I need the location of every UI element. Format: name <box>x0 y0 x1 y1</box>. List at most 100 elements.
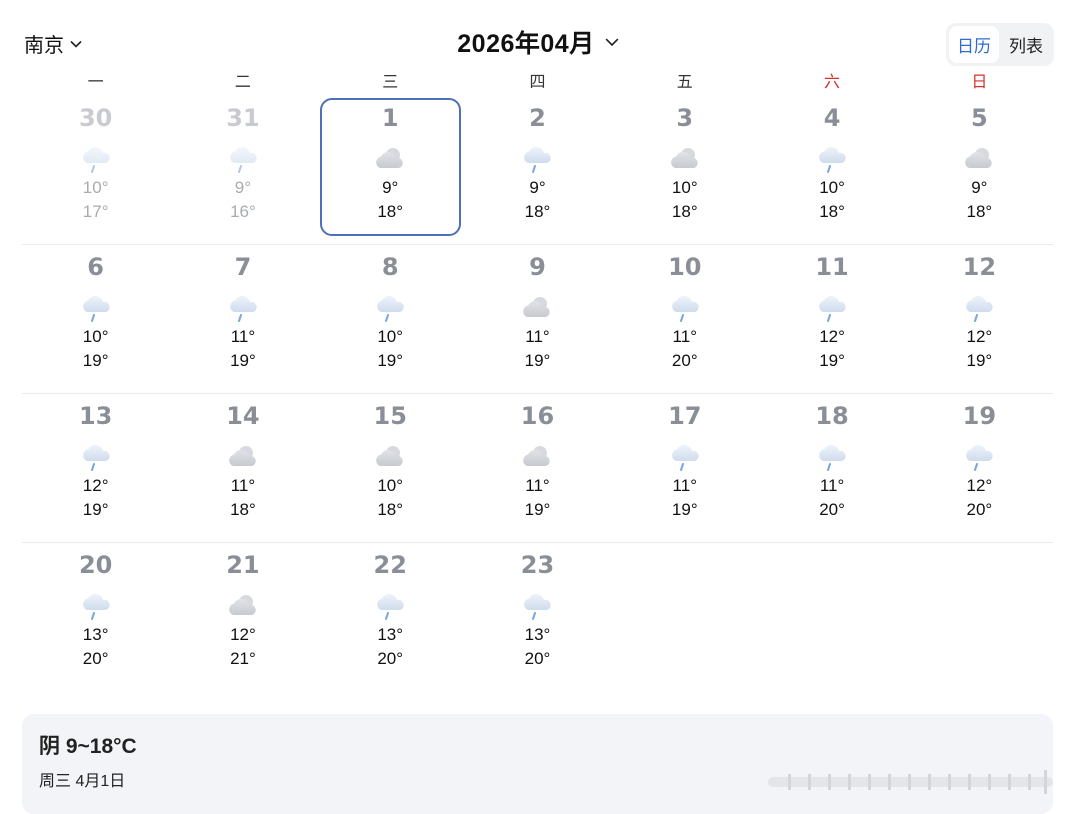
calendar-grid: 30 10° 17° 31 9° 16° 1 9° 18° 2 9° 18° 3 10° 18° 4 10° 18… <box>22 96 1053 691</box>
day-number: 23 <box>520 551 555 579</box>
day-number: 30 <box>78 104 113 132</box>
rain-cloud-icon <box>79 144 113 174</box>
view-calendar-tab[interactable]: 日历 <box>949 26 999 63</box>
day-cell[interactable]: 8 10° 19° <box>317 245 464 393</box>
rain-cloud-icon <box>962 442 996 472</box>
low-temp: 9° <box>234 178 252 197</box>
high-temp: 20° <box>671 351 698 370</box>
view-list-tab[interactable]: 列表 <box>1001 26 1051 63</box>
day-cell[interactable]: 9 11° 19° <box>464 245 611 393</box>
day-cell[interactable]: 7 11° 19° <box>169 245 316 393</box>
day-cell[interactable]: 12 12° 19° <box>906 245 1053 393</box>
day-number: 8 <box>381 253 399 281</box>
low-temp: 12° <box>82 476 109 495</box>
overcast-cloud-icon <box>520 293 554 323</box>
day-cell[interactable]: 23 13° 20° <box>464 543 611 691</box>
overcast-cloud-icon <box>226 591 260 621</box>
high-temp: 18° <box>230 500 256 519</box>
month-title: 2026年04月 <box>457 30 595 58</box>
day-number: 12 <box>962 253 997 281</box>
day-cell[interactable]: 2 9° 18° <box>464 96 611 244</box>
overcast-cloud-icon <box>226 442 260 472</box>
high-temp: 18° <box>966 202 993 221</box>
day-number: 4 <box>823 104 841 132</box>
low-temp: 13° <box>377 625 404 644</box>
day-cell[interactable]: 15 10° 18° <box>317 394 464 542</box>
day-number: 17 <box>668 402 702 430</box>
rain-cloud-icon <box>815 293 849 323</box>
day-cell[interactable]: 17 11° 19° <box>611 394 758 542</box>
high-temp: 16° <box>230 202 256 221</box>
day-number: 9 <box>529 253 546 281</box>
day-cell[interactable]: 13 12° 19° <box>22 394 169 542</box>
low-temp: 13° <box>524 625 551 644</box>
day-number: 2 <box>529 104 546 132</box>
weather-summary: 阴 9~18°C <box>37 730 141 760</box>
low-temp: 10° <box>82 178 109 197</box>
low-temp: 11° <box>230 476 256 495</box>
day-cell[interactable]: 6 10° 19° <box>22 245 169 393</box>
low-temp: 10° <box>82 327 109 346</box>
rain-cloud-icon <box>668 293 702 323</box>
day-cell[interactable]: 22 13° 20° <box>317 543 464 691</box>
rain-cloud-icon <box>226 293 260 323</box>
weekday-label: 四 <box>529 74 546 91</box>
high-temp: 20° <box>82 649 109 668</box>
low-temp: 12° <box>966 476 993 495</box>
high-temp: 19° <box>966 351 993 370</box>
low-temp: 11° <box>672 327 697 346</box>
low-temp: 12° <box>966 327 993 346</box>
day-cell[interactable]: 3 10° 18° <box>611 96 758 244</box>
rain-cloud-icon <box>79 442 113 472</box>
day-cell[interactable]: 30 10° 17° <box>22 96 169 244</box>
low-temp: 11° <box>525 327 550 346</box>
month-selector[interactable]: 2026年04月 <box>0 24 1076 60</box>
high-temp: 21° <box>230 649 256 668</box>
high-temp: 19° <box>230 351 256 370</box>
day-cell[interactable]: 11 12° 19° <box>758 245 905 393</box>
high-temp: 17° <box>82 202 109 221</box>
day-cell[interactable]: 4 10° 18° <box>758 96 905 244</box>
day-number: 22 <box>373 551 407 579</box>
detail-date: 周三 4月1日 <box>39 773 126 790</box>
low-temp: 11° <box>672 476 697 495</box>
high-temp: 19° <box>671 500 698 519</box>
day-number: 7 <box>234 253 252 281</box>
day-cell[interactable]: 21 12° 21° <box>169 543 316 691</box>
overcast-cloud-icon <box>668 144 702 174</box>
low-temp: 9° <box>382 178 399 197</box>
day-number: 15 <box>373 402 407 430</box>
high-temp: 19° <box>524 500 551 519</box>
day-number: 1 <box>381 104 399 132</box>
rain-cloud-icon <box>962 293 996 323</box>
day-cell[interactable]: 14 11° 18° <box>169 394 316 542</box>
rain-cloud-icon <box>668 442 702 472</box>
day-number: 21 <box>226 551 260 579</box>
rain-cloud-icon <box>373 591 407 621</box>
day-cell[interactable]: 16 11° 19° <box>464 394 611 542</box>
high-temp: 19° <box>819 351 845 370</box>
day-cell[interactable]: 20 13° 20° <box>22 543 169 691</box>
day-cell[interactable]: 5 9° 18° <box>906 96 1053 244</box>
day-cell[interactable]: 19 12° 20° <box>906 394 1053 542</box>
empty-day-cell <box>611 543 758 691</box>
weekday-label: 三 <box>382 74 399 91</box>
low-temp: 9° <box>971 178 988 197</box>
weekday-label: 六 <box>824 74 841 91</box>
watermark-icon <box>768 770 1053 794</box>
day-number: 31 <box>226 104 260 132</box>
chevron-down-icon <box>605 38 619 47</box>
high-temp: 19° <box>82 351 109 370</box>
view-toggle: 日历 列表 <box>946 23 1054 66</box>
low-temp: 13° <box>82 625 109 644</box>
day-cell[interactable]: 18 11° 20° <box>758 394 905 542</box>
week-row: 20 13° 20° 21 12° 21° 22 13° 20° 23 13° 20° <box>22 543 1053 691</box>
week-row: 6 10° 19° 7 11° 19° 8 10° 19° 9 11° 19° 10 11° 20° 11 12… <box>22 245 1053 394</box>
day-cell[interactable]: 31 9° 16° <box>169 96 316 244</box>
high-temp: 20° <box>524 649 551 668</box>
day-cell[interactable]: 10 11° 20° <box>611 245 758 393</box>
day-cell[interactable]: 1 9° 18° <box>317 96 464 244</box>
low-temp: 10° <box>377 476 404 495</box>
low-temp: 11° <box>819 476 845 495</box>
high-temp: 18° <box>377 202 404 221</box>
